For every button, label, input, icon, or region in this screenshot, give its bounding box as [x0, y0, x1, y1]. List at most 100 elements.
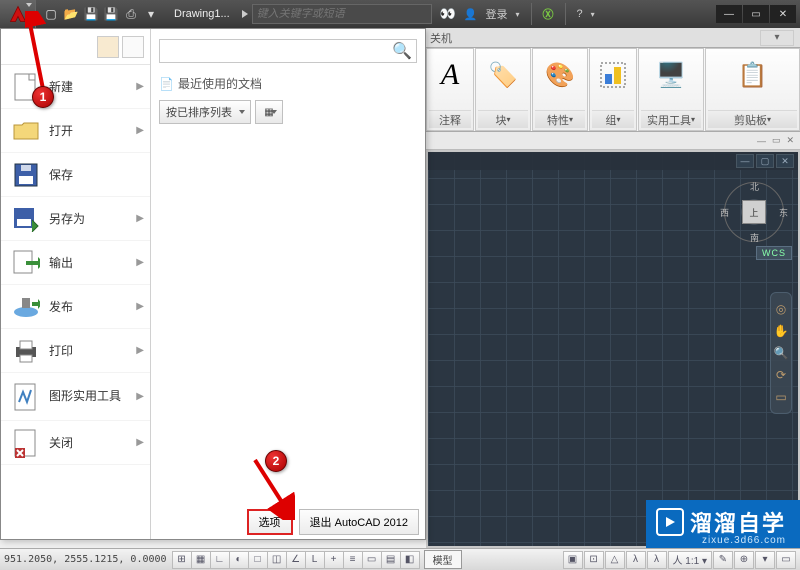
title-play-icon: [242, 10, 248, 18]
ribbon-dropdown-icon[interactable]: ▾: [760, 30, 794, 46]
search-input[interactable]: [257, 8, 427, 20]
view-cube[interactable]: 上 北 南 东 西: [724, 182, 784, 242]
nav-orbit-icon[interactable]: ⟳: [772, 365, 790, 385]
status-tray-icon[interactable]: ▾: [755, 551, 775, 569]
menu-item-export[interactable]: 输出▶: [1, 241, 150, 285]
group-icon: [598, 60, 628, 90]
menu-item-new[interactable]: 新建▶: [1, 65, 150, 109]
nav-zoom-icon[interactable]: 🔍: [772, 343, 790, 363]
title-bar: ▢ 📂 💾 💾 ⎙ ▾ Drawing1... 👀 👤 登录 ▾ Ⓧ ? ▾ —…: [0, 0, 800, 28]
status-lwt-icon[interactable]: ≡: [343, 551, 363, 569]
close-button[interactable]: ✕: [770, 5, 796, 23]
status-r8-icon[interactable]: ⊕: [734, 551, 754, 569]
doc-min-icon[interactable]: —: [757, 136, 766, 146]
status-scale-icon[interactable]: 人 1:1 ▾: [668, 551, 712, 569]
search-box[interactable]: [252, 4, 432, 24]
new-icon[interactable]: ▢: [42, 5, 60, 23]
menu-item-print[interactable]: 打印▶: [1, 329, 150, 373]
panel-block[interactable]: 🏷️ 块 ▾: [475, 48, 531, 131]
annotation-badge-2: 2: [265, 450, 287, 472]
help-chevron[interactable]: ▾: [591, 10, 595, 19]
exit-button[interactable]: 退出 AutoCAD 2012: [299, 509, 419, 535]
status-r2-icon[interactable]: ⊡: [584, 551, 604, 569]
status-sc-icon[interactable]: ◧: [400, 551, 420, 569]
chevron-right-icon: ▶: [136, 391, 144, 402]
status-r5-icon[interactable]: λ: [647, 551, 667, 569]
ribbon-tab-partial[interactable]: 关机: [426, 30, 452, 46]
status-qprop-icon[interactable]: ▤: [381, 551, 401, 569]
binocular-icon[interactable]: 👀: [440, 6, 456, 22]
maximize-button[interactable]: ▭: [743, 5, 769, 23]
ribbon-tab-row: 关机 ▾: [426, 28, 800, 48]
qat-dropdown-icon[interactable]: ▾: [142, 5, 160, 23]
panel-utilities[interactable]: 🖥️ 实用工具 ▾: [638, 48, 704, 131]
user-icon[interactable]: 👤: [464, 8, 478, 21]
draw-min-icon[interactable]: —: [736, 154, 754, 168]
menu-item-open[interactable]: 打开▶: [1, 109, 150, 153]
doc-close-icon[interactable]: ✕: [786, 135, 794, 146]
palette-icon: 🎨: [545, 61, 575, 90]
doc-restore-icon[interactable]: ▭: [772, 135, 781, 146]
menu-item-close[interactable]: 关闭▶: [1, 421, 150, 465]
login-label[interactable]: 登录: [486, 6, 508, 22]
draw-close-icon[interactable]: ✕: [776, 154, 794, 168]
saveas-icon[interactable]: 💾: [102, 5, 120, 23]
status-dyn-icon[interactable]: +: [324, 551, 344, 569]
chevron-right-icon: ▶: [136, 213, 144, 224]
window-buttons: — ▭ ✕: [716, 5, 800, 23]
search-icon: 🔍: [392, 41, 412, 61]
status-osnap-icon[interactable]: □: [248, 551, 268, 569]
menu-item-save[interactable]: 保存: [1, 153, 150, 197]
menu-item-publish[interactable]: 发布▶: [1, 285, 150, 329]
status-ortho-icon[interactable]: ∟: [210, 551, 230, 569]
panel-annotation[interactable]: A 注释: [426, 48, 474, 131]
drawing-top-controls: — ▢ ✕: [428, 152, 798, 170]
recent-list-icon[interactable]: [97, 36, 119, 58]
nav-pan-icon[interactable]: ✋: [772, 321, 790, 341]
wcs-badge[interactable]: WCS: [756, 246, 792, 260]
save-icon[interactable]: 💾: [82, 5, 100, 23]
status-tpy-icon[interactable]: ▭: [362, 551, 382, 569]
options-button[interactable]: 选项: [247, 509, 293, 535]
login-chevron[interactable]: ▾: [516, 10, 520, 19]
status-snap-icon[interactable]: ⊞: [172, 551, 192, 569]
print-icon[interactable]: ⎙: [122, 5, 140, 23]
sort-dropdown[interactable]: 按已排序列表: [159, 100, 251, 124]
model-space-tab[interactable]: 模型: [424, 550, 462, 569]
status-grid-icon[interactable]: ▦: [191, 551, 211, 569]
menu-item-saveas[interactable]: 另存为▶: [1, 197, 150, 241]
exchange-icon[interactable]: Ⓧ: [543, 6, 554, 22]
status-clean-icon[interactable]: ▭: [776, 551, 796, 569]
status-r4-icon[interactable]: λ: [626, 551, 646, 569]
status-r7-icon[interactable]: ✎: [713, 551, 733, 569]
viewcube-face[interactable]: 上: [742, 200, 766, 224]
open-icon[interactable]: 📂: [62, 5, 80, 23]
drawing-canvas[interactable]: — ▢ ✕ 上 北 南 东 西 WCS ◎ ✋ 🔍 ⟳ ▭: [428, 152, 798, 546]
status-3dosnap-icon[interactable]: ◫: [267, 551, 287, 569]
menu-search-box[interactable]: 🔍: [159, 39, 417, 63]
panel-group[interactable]: 组 ▾: [589, 48, 637, 131]
nav-wheel-icon[interactable]: ◎: [772, 299, 790, 319]
status-polar-icon[interactable]: ◐: [229, 551, 249, 569]
panel-clipboard[interactable]: 📋 剪贴板 ▾: [705, 48, 800, 131]
status-r1-icon[interactable]: ▣: [563, 551, 583, 569]
status-r3-icon[interactable]: △: [605, 551, 625, 569]
view-mode-dropdown[interactable]: ▦: [255, 100, 283, 124]
help-icon[interactable]: ?: [577, 8, 583, 20]
navigation-bar[interactable]: ◎ ✋ 🔍 ⟳ ▭: [770, 292, 792, 414]
minimize-button[interactable]: —: [716, 5, 742, 23]
menu-item-drawing-utilities[interactable]: 图形实用工具▶: [1, 373, 150, 421]
watermark-url: zixue.3d66.com: [702, 535, 786, 546]
draw-max-icon[interactable]: ▢: [756, 154, 774, 168]
annotation-badge-1: 1: [32, 86, 54, 108]
app-menu-footer: 选项 退出 AutoCAD 2012: [247, 509, 419, 535]
drawing-area-wrap: — ▢ ✕ 上 北 南 东 西 WCS ◎ ✋ 🔍 ⟳ ▭: [426, 150, 800, 548]
recent-docs-icon: 📄: [159, 77, 174, 91]
status-otrack-icon[interactable]: ∠: [286, 551, 306, 569]
app-menu-button[interactable]: [0, 0, 36, 28]
panel-properties[interactable]: 🎨 特性 ▾: [532, 48, 588, 131]
status-ducs-icon[interactable]: L: [305, 551, 325, 569]
nav-showmotion-icon[interactable]: ▭: [772, 387, 790, 407]
watermark-brand: 溜溜自学: [690, 506, 786, 538]
open-docs-icon[interactable]: [122, 36, 144, 58]
